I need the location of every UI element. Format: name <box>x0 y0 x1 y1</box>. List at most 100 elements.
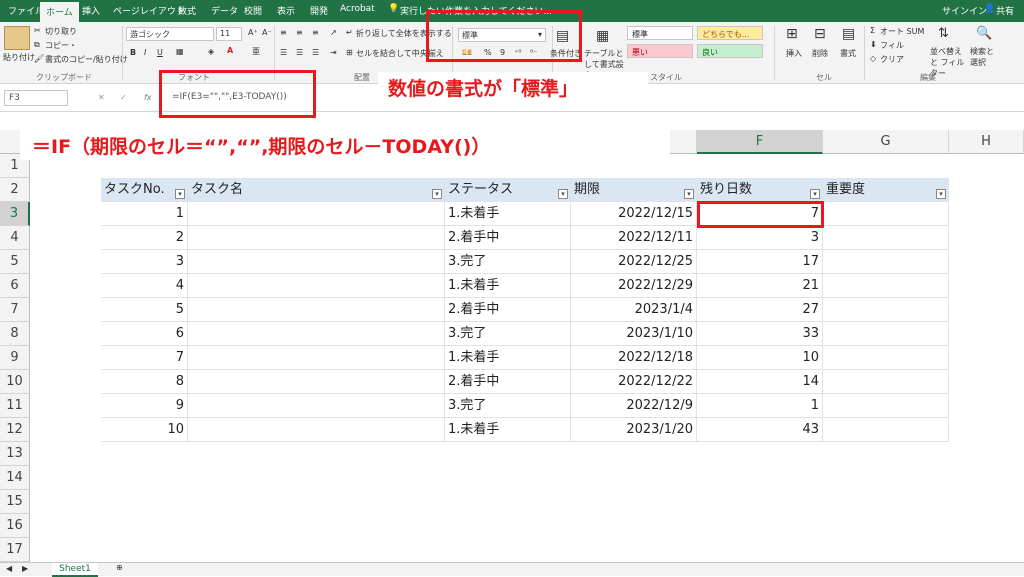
header-cell-remaining[interactable]: 残り日数 ▾ <box>697 178 823 202</box>
priority-cell[interactable] <box>823 322 949 346</box>
remaining-days-cell[interactable]: 3 <box>697 226 823 250</box>
status-cell[interactable]: 1.未着手 <box>445 274 571 298</box>
priority-cell[interactable] <box>823 202 949 226</box>
row-header[interactable]: 10 <box>0 370 30 394</box>
find-select-button[interactable]: 検索と 選択 <box>970 46 1000 68</box>
delete-cells-icon[interactable]: ⊟ <box>814 26 826 42</box>
underline-button[interactable]: U <box>157 48 163 57</box>
due-date-cell[interactable]: 2023/1/20 <box>571 418 697 442</box>
row-header[interactable]: 15 <box>0 490 30 514</box>
remaining-days-cell[interactable]: 33 <box>697 322 823 346</box>
cancel-icon[interactable]: ✕ <box>98 93 105 102</box>
status-cell[interactable]: 2.着手中 <box>445 370 571 394</box>
fill-color-icon[interactable]: ◈ <box>208 47 214 56</box>
italic-button[interactable]: I <box>144 48 146 57</box>
task-name-cell[interactable] <box>188 418 445 442</box>
task-no-cell[interactable]: 2 <box>101 226 188 250</box>
style-good[interactable]: 良い <box>697 44 763 58</box>
task-no-cell[interactable]: 7 <box>101 346 188 370</box>
worksheet-grid[interactable]: A B C D E F G H 1 2 3 4 5 6 7 8 9 10 11 … <box>0 130 1024 562</box>
task-no-cell[interactable]: 1 <box>101 202 188 226</box>
tab-home[interactable]: ホーム <box>40 2 79 22</box>
header-cell-status[interactable]: ステータス ▾ <box>445 178 571 202</box>
remaining-days-cell[interactable]: 27 <box>697 298 823 322</box>
tab-review[interactable]: 校閲 <box>244 4 262 17</box>
due-date-cell[interactable]: 2023/1/4 <box>571 298 697 322</box>
insert-cells-icon[interactable]: ⊞ <box>786 26 798 42</box>
due-date-cell[interactable]: 2022/12/15 <box>571 202 697 226</box>
header-cell-task-no[interactable]: タスクNo. ▾ <box>101 178 188 202</box>
insert-cells-button[interactable]: 挿入 <box>786 48 802 59</box>
filter-dropdown-icon[interactable]: ▾ <box>432 189 442 199</box>
tab-developer[interactable]: 開発 <box>310 4 328 17</box>
remaining-days-cell[interactable]: 21 <box>697 274 823 298</box>
due-date-cell[interactable]: 2022/12/25 <box>571 250 697 274</box>
task-no-cell[interactable]: 5 <box>101 298 188 322</box>
due-date-cell[interactable]: 2023/1/10 <box>571 322 697 346</box>
paste-button[interactable]: 貼り付け <box>3 52 35 63</box>
align-left-icon[interactable]: ☰ <box>280 48 287 57</box>
status-cell[interactable]: 2.着手中 <box>445 226 571 250</box>
task-no-cell[interactable]: 8 <box>101 370 188 394</box>
filter-dropdown-icon[interactable]: ▾ <box>936 189 946 199</box>
format-painter-button[interactable]: 書式のコピー/貼り付け <box>45 54 128 65</box>
filter-dropdown-icon[interactable]: ▾ <box>810 189 820 199</box>
status-cell[interactable]: 3.完了 <box>445 322 571 346</box>
due-date-cell[interactable]: 2022/12/9 <box>571 394 697 418</box>
signin-link[interactable]: サインイン <box>942 4 987 17</box>
header-cell-due[interactable]: 期限 ▾ <box>571 178 697 202</box>
insert-function-button[interactable]: fx <box>144 93 152 102</box>
priority-cell[interactable] <box>823 370 949 394</box>
task-name-cell[interactable] <box>188 322 445 346</box>
filter-dropdown-icon[interactable]: ▾ <box>558 189 568 199</box>
task-no-cell[interactable]: 4 <box>101 274 188 298</box>
tab-data[interactable]: データ <box>211 4 238 17</box>
delete-cells-button[interactable]: 削除 <box>812 48 828 59</box>
column-header-g[interactable]: G <box>823 130 949 154</box>
border-icon[interactable]: ▦ <box>176 47 184 56</box>
row-header[interactable]: 3 <box>0 202 30 226</box>
format-table-icon[interactable]: ▦ <box>596 28 609 44</box>
task-name-cell[interactable] <box>188 202 445 226</box>
align-middle-icon[interactable]: ≡ <box>296 28 303 37</box>
tab-view[interactable]: 表示 <box>277 4 295 17</box>
tab-acrobat[interactable]: Acrobat <box>340 4 375 14</box>
priority-cell[interactable] <box>823 394 949 418</box>
copy-button[interactable]: コピー・ <box>45 40 77 51</box>
row-header[interactable]: 4 <box>0 226 30 250</box>
style-normal[interactable]: 標準 <box>627 26 693 40</box>
name-box[interactable]: F3 <box>4 90 68 106</box>
priority-cell[interactable] <box>823 418 949 442</box>
remaining-days-cell[interactable]: 17 <box>697 250 823 274</box>
due-date-cell[interactable]: 2022/12/29 <box>571 274 697 298</box>
shrink-font-icon[interactable]: A⁻ <box>262 28 272 37</box>
task-no-cell[interactable]: 6 <box>101 322 188 346</box>
font-color-icon[interactable]: A <box>227 46 233 55</box>
status-cell[interactable]: 1.未着手 <box>445 346 571 370</box>
due-date-cell[interactable]: 2022/12/18 <box>571 346 697 370</box>
task-name-cell[interactable] <box>188 250 445 274</box>
status-cell[interactable]: 1.未着手 <box>445 202 571 226</box>
align-center-icon[interactable]: ☰ <box>296 48 303 57</box>
orientation-icon[interactable]: ↗ <box>330 28 337 37</box>
align-top-icon[interactable]: ≡ <box>280 28 287 37</box>
due-date-cell[interactable]: 2022/12/11 <box>571 226 697 250</box>
style-bad[interactable]: 悪い <box>627 44 693 58</box>
filter-dropdown-icon[interactable]: ▾ <box>684 189 694 199</box>
header-cell-priority[interactable]: 重要度 ▾ <box>823 178 949 202</box>
task-name-cell[interactable] <box>188 274 445 298</box>
task-name-cell[interactable] <box>188 346 445 370</box>
task-no-cell[interactable]: 9 <box>101 394 188 418</box>
status-cell[interactable]: 2.着手中 <box>445 298 571 322</box>
autosum-button[interactable]: オート SUM <box>880 26 924 37</box>
cut-button[interactable]: 切り取り <box>45 26 77 37</box>
due-date-cell[interactable]: 2022/12/22 <box>571 370 697 394</box>
tab-file[interactable]: ファイル <box>8 4 44 17</box>
task-name-cell[interactable] <box>188 226 445 250</box>
remaining-days-cell[interactable]: 10 <box>697 346 823 370</box>
scroll-left-icon[interactable]: ◀ <box>6 564 12 573</box>
remaining-days-cell[interactable]: 14 <box>697 370 823 394</box>
row-header[interactable]: 14 <box>0 466 30 490</box>
priority-cell[interactable] <box>823 226 949 250</box>
sheet-tab[interactable]: Sheet1 <box>52 563 98 577</box>
